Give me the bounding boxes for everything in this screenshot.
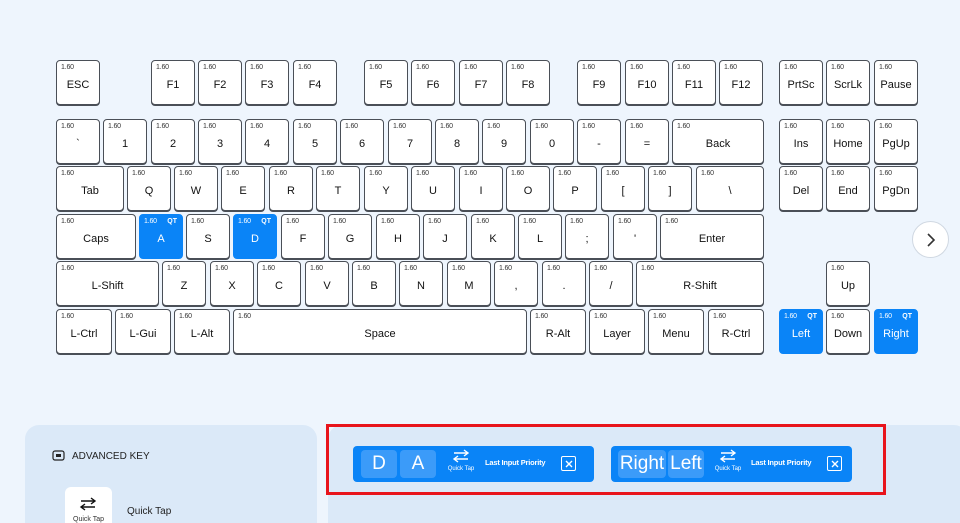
key-ins[interactable]: 1.60QTIns (779, 119, 823, 164)
key-backspace[interactable]: 1.60QTBack (672, 119, 764, 164)
key-j[interactable]: 1.60QTJ (423, 214, 467, 259)
quick-tap-tile[interactable]: Quick Tap (65, 487, 112, 523)
advanced-key-title: ADVANCED KEY (72, 450, 150, 462)
key-up[interactable]: 1.60QTUp (826, 261, 870, 306)
key-scrlk[interactable]: 1.60QTScrLk (826, 60, 870, 105)
key-f1[interactable]: 1.60QTF1 (151, 60, 195, 105)
key-equals[interactable]: 1.60QT= (625, 119, 669, 164)
key-n[interactable]: 1.60QTN (399, 261, 443, 306)
key-pgup[interactable]: 1.60QTPgUp (874, 119, 918, 164)
key-f7[interactable]: 1.60QTF7 (459, 60, 503, 105)
key-l-alt[interactable]: 1.60QTL-Alt (174, 309, 230, 354)
key-end[interactable]: 1.60QTEnd (826, 166, 870, 211)
key-period[interactable]: 1.60QT. (542, 261, 586, 306)
key-home[interactable]: 1.60QTHome (826, 119, 870, 164)
quick-tap-tile-caption: Quick Tap (73, 516, 104, 523)
key-p[interactable]: 1.60QTP (553, 166, 597, 211)
key-pause[interactable]: 1.60QTPause (874, 60, 918, 105)
key-f8[interactable]: 1.60QTF8 (506, 60, 550, 105)
key-h[interactable]: 1.60QTH (376, 214, 420, 259)
key-9[interactable]: 1.60QT9 (482, 119, 526, 164)
key-i[interactable]: 1.60QTI (459, 166, 503, 211)
quick-tap-label: Quick Tap (127, 506, 172, 517)
advanced-key-icon (52, 450, 65, 461)
key-r-alt[interactable]: 1.60QTR-Alt (530, 309, 586, 354)
key-right[interactable]: 1.60 QT Right (874, 309, 918, 354)
key-q[interactable]: 1.60QTQ (127, 166, 171, 211)
key-l-shift[interactable]: 1.60QTL-Shift (56, 261, 159, 306)
key-6[interactable]: 1.60QT6 (340, 119, 384, 164)
key-5[interactable]: 1.60QT5 (293, 119, 337, 164)
keyboard-layout: 1.60QTESC 1.60QTF1 1.60QTF2 1.60QTF3 1.6… (0, 0, 960, 380)
key-r[interactable]: 1.60QTR (269, 166, 313, 211)
key-f[interactable]: 1.60QTF (281, 214, 325, 259)
next-page-button[interactable] (912, 221, 949, 258)
key-down[interactable]: 1.60QTDown (826, 309, 870, 354)
key-comma[interactable]: 1.60QT, (494, 261, 538, 306)
key-prtsc[interactable]: 1.60QTPrtSc (779, 60, 823, 105)
key-v[interactable]: 1.60QTV (305, 261, 349, 306)
key-3[interactable]: 1.60QT3 (198, 119, 242, 164)
key-m[interactable]: 1.60QTM (447, 261, 491, 306)
key-f5[interactable]: 1.60QTF5 (364, 60, 408, 105)
key-layer[interactable]: 1.60QTLayer (589, 309, 645, 354)
key-d[interactable]: 1.60 QT D (233, 214, 277, 259)
highlight-box (326, 424, 886, 495)
key-r-shift[interactable]: 1.60QTR-Shift (636, 261, 764, 306)
key-quote[interactable]: 1.60QT' (613, 214, 657, 259)
key-f3[interactable]: 1.60QTF3 (245, 60, 289, 105)
key-f6[interactable]: 1.60QTF6 (411, 60, 455, 105)
key-del[interactable]: 1.60QTDel (779, 166, 823, 211)
swap-arrows-icon (79, 497, 97, 511)
key-caps[interactable]: 1.60QTCaps (56, 214, 136, 259)
key-f2[interactable]: 1.60QTF2 (198, 60, 242, 105)
key-backtick[interactable]: 1.60QT` (56, 119, 100, 164)
key-right-bracket[interactable]: 1.60QT] (648, 166, 692, 211)
key-space[interactable]: 1.60QTSpace (233, 309, 527, 354)
key-l-ctrl[interactable]: 1.60QTL-Ctrl (56, 309, 112, 354)
key-backslash[interactable]: 1.60QT\ (696, 166, 764, 211)
key-0[interactable]: 1.60QT0 (530, 119, 574, 164)
key-left[interactable]: 1.60 QT Left (779, 309, 823, 354)
key-left-bracket[interactable]: 1.60QT[ (601, 166, 645, 211)
key-b[interactable]: 1.60QTB (352, 261, 396, 306)
key-tab[interactable]: 1.60QTTab (56, 166, 124, 211)
key-enter[interactable]: 1.60QTEnter (660, 214, 764, 259)
key-1[interactable]: 1.60QT1 (103, 119, 147, 164)
key-f11[interactable]: 1.60QTF11 (672, 60, 716, 105)
key-8[interactable]: 1.60QT8 (435, 119, 479, 164)
key-e[interactable]: 1.60QTE (221, 166, 265, 211)
key-semicolon[interactable]: 1.60QT; (565, 214, 609, 259)
key-menu[interactable]: 1.60QTMenu (648, 309, 704, 354)
key-a[interactable]: 1.60 QT A (139, 214, 183, 259)
key-k[interactable]: 1.60QTK (471, 214, 515, 259)
key-f4[interactable]: 1.60QTF4 (293, 60, 337, 105)
chevron-right-icon (926, 232, 935, 247)
key-7[interactable]: 1.60QT7 (388, 119, 432, 164)
key-l[interactable]: 1.60QTL (518, 214, 562, 259)
key-o[interactable]: 1.60QTO (506, 166, 550, 211)
key-w[interactable]: 1.60QTW (174, 166, 218, 211)
key-esc[interactable]: 1.60QTESC (56, 60, 100, 105)
key-s[interactable]: 1.60QTS (186, 214, 230, 259)
key-x[interactable]: 1.60QTX (210, 261, 254, 306)
key-pgdn[interactable]: 1.60QTPgDn (874, 166, 918, 211)
key-g[interactable]: 1.60QTG (328, 214, 372, 259)
key-4[interactable]: 1.60QT4 (245, 119, 289, 164)
key-y[interactable]: 1.60QTY (364, 166, 408, 211)
key-f9[interactable]: 1.60QTF9 (577, 60, 621, 105)
key-t[interactable]: 1.60QTT (316, 166, 360, 211)
key-2[interactable]: 1.60QT2 (151, 119, 195, 164)
key-minus[interactable]: 1.60QT- (577, 119, 621, 164)
key-f10[interactable]: 1.60QTF10 (625, 60, 669, 105)
key-r-ctrl[interactable]: 1.60QTR-Ctrl (708, 309, 764, 354)
advanced-key-header: ADVANCED KEY (52, 450, 150, 462)
key-l-gui[interactable]: 1.60QTL-Gui (115, 309, 171, 354)
key-slash[interactable]: 1.60QT/ (589, 261, 633, 306)
key-c[interactable]: 1.60QTC (257, 261, 301, 306)
key-f12[interactable]: 1.60QTF12 (719, 60, 763, 105)
key-u[interactable]: 1.60QTU (411, 166, 455, 211)
key-z[interactable]: 1.60QTZ (162, 261, 206, 306)
